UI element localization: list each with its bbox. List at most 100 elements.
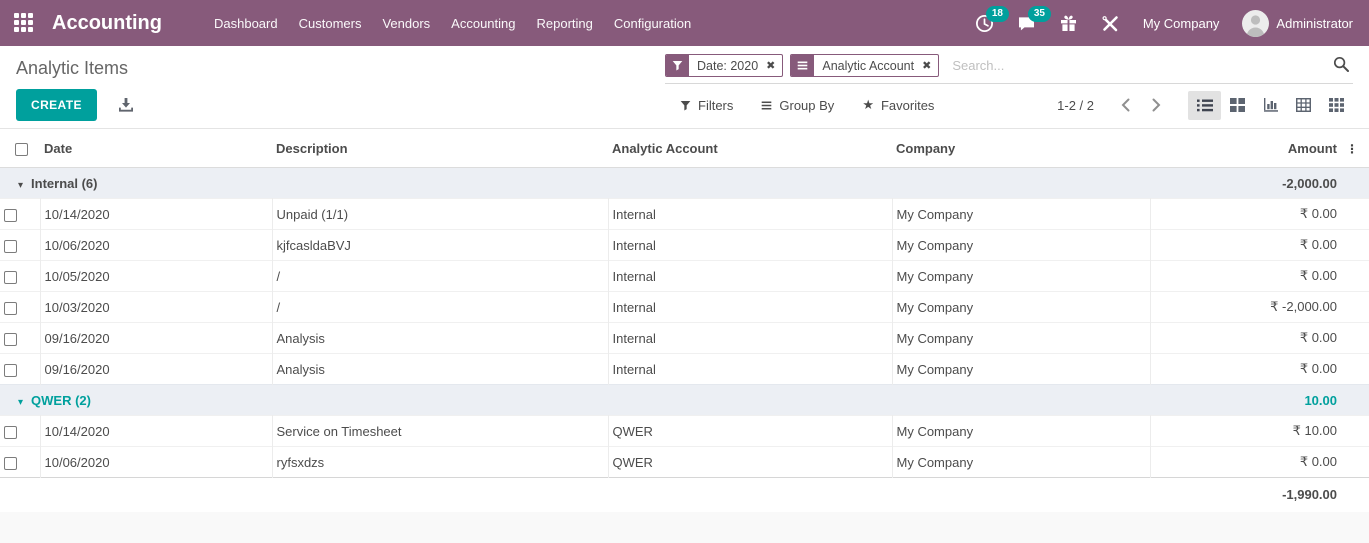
star-icon: ★: [862, 97, 874, 113]
cell-analytic-account: Internal: [608, 230, 892, 261]
column-header-amount[interactable]: Amount: [1150, 129, 1341, 168]
row-checkbox[interactable]: [4, 457, 17, 470]
activities-clock-icon[interactable]: 18: [975, 14, 994, 33]
table-row[interactable]: 09/16/2020AnalysisInternalMy Company₹ 0.…: [0, 354, 1369, 385]
apps-menu-icon[interactable]: [14, 13, 34, 33]
nav-item-reporting[interactable]: Reporting: [537, 16, 593, 31]
cell-analytic-account: Internal: [608, 261, 892, 292]
filters-button[interactable]: Filters: [680, 97, 733, 113]
table-row[interactable]: 10/05/2020/InternalMy Company₹ 0.00: [0, 261, 1369, 292]
search-view: Date: 2020 ✖ Analytic Account ✖: [665, 52, 1353, 84]
pager-previous-icon[interactable]: [1110, 96, 1141, 114]
cell-company: My Company: [892, 230, 1150, 261]
page-title: Analytic Items: [16, 58, 128, 79]
user-menu[interactable]: Administrator: [1242, 10, 1353, 37]
user-avatar: [1242, 10, 1269, 37]
cell-spacer: [1341, 323, 1369, 354]
cell-description: Analysis: [272, 323, 608, 354]
remove-facet-icon[interactable]: ✖: [766, 59, 782, 72]
current-app-name[interactable]: Accounting: [52, 12, 162, 35]
favorites-button[interactable]: ★ Favorites: [862, 97, 934, 113]
cell-select: [0, 354, 40, 385]
favorites-label: Favorites: [881, 98, 934, 113]
cell-date: 10/14/2020: [40, 416, 272, 447]
cell-amount: ₹ 0.00: [1150, 230, 1341, 261]
cell-analytic-account: QWER: [608, 447, 892, 478]
cell-amount: ₹ 0.00: [1150, 354, 1341, 385]
column-header-date[interactable]: Date: [40, 129, 272, 168]
row-checkbox[interactable]: [4, 271, 17, 284]
nav-item-dashboard[interactable]: Dashboard: [214, 16, 278, 31]
search-icon[interactable]: [1331, 56, 1351, 75]
analytic-items-list: Date Description Analytic Account Compan…: [0, 129, 1369, 512]
column-header-description[interactable]: Description: [272, 129, 608, 168]
cell-spacer: [1341, 416, 1369, 447]
row-checkbox[interactable]: [4, 426, 17, 439]
nav-item-configuration[interactable]: Configuration: [614, 16, 691, 31]
nav-item-accounting[interactable]: Accounting: [451, 16, 515, 31]
systray: 18 35 My Company Administrator: [975, 10, 1353, 37]
caret-down-icon[interactable]: ▾: [18, 397, 23, 408]
search-input[interactable]: [946, 58, 1331, 73]
cell-date: 10/14/2020: [40, 199, 272, 230]
remove-facet-icon[interactable]: ✖: [922, 59, 938, 72]
cell-amount: ₹ 0.00: [1150, 323, 1341, 354]
nav-item-vendors[interactable]: Vendors: [382, 16, 430, 31]
cell-amount: ₹ 0.00: [1150, 261, 1341, 292]
pivot-view-icon[interactable]: [1287, 91, 1320, 120]
filters-label: Filters: [698, 98, 733, 113]
table-row[interactable]: 09/16/2020AnalysisInternalMy Company₹ 0.…: [0, 323, 1369, 354]
row-checkbox[interactable]: [4, 302, 17, 315]
messages-icon[interactable]: 35: [1017, 14, 1036, 33]
cell-select: [0, 292, 40, 323]
table-row[interactable]: 10/14/2020Service on TimesheetQWERMy Com…: [0, 416, 1369, 447]
cell-analytic-account: Internal: [608, 354, 892, 385]
gift-icon[interactable]: [1059, 14, 1078, 33]
tools-icon[interactable]: [1101, 14, 1120, 33]
create-button[interactable]: CREATE: [16, 89, 97, 121]
activity-view-icon[interactable]: [1320, 91, 1353, 120]
row-checkbox[interactable]: [4, 364, 17, 377]
table-footer-row: -1,990.00: [0, 478, 1369, 512]
select-all-checkbox[interactable]: [15, 143, 28, 156]
cell-amount: ₹ 0.00: [1150, 199, 1341, 230]
cell-amount: ₹ 0.00: [1150, 447, 1341, 478]
table-row[interactable]: 10/06/2020kjfcasldaBVJInternalMy Company…: [0, 230, 1369, 261]
nav-item-customers[interactable]: Customers: [299, 16, 362, 31]
group-header-row[interactable]: ▾Internal (6)-2,000.00: [0, 168, 1369, 199]
optional-columns-icon[interactable]: ⋮: [1346, 142, 1358, 156]
cell-description: Service on Timesheet: [272, 416, 608, 447]
cell-company: My Company: [892, 199, 1150, 230]
column-header-analytic-account[interactable]: Analytic Account: [608, 129, 892, 168]
group-by-label: Group By: [779, 98, 834, 113]
pager-next-icon[interactable]: [1141, 96, 1172, 114]
group-header-row[interactable]: ▾QWER (2)10.00: [0, 385, 1369, 416]
cell-spacer: [1341, 199, 1369, 230]
caret-down-icon[interactable]: ▾: [18, 180, 23, 191]
company-switcher[interactable]: My Company: [1143, 16, 1220, 31]
graph-view-icon[interactable]: [1254, 91, 1287, 120]
row-checkbox[interactable]: [4, 333, 17, 346]
table-row[interactable]: 10/03/2020/InternalMy Company₹ -2,000.00: [0, 292, 1369, 323]
cell-select: [0, 261, 40, 292]
table-row[interactable]: 10/06/2020ryfsxdzsQWERMy Company₹ 0.00: [0, 447, 1369, 478]
kanban-view-icon[interactable]: [1221, 91, 1254, 120]
table-row[interactable]: 10/14/2020Unpaid (1/1)InternalMy Company…: [0, 199, 1369, 230]
cell-date: 10/03/2020: [40, 292, 272, 323]
cell-analytic-account: Internal: [608, 292, 892, 323]
cell-analytic-account: Internal: [608, 323, 892, 354]
cell-description: Analysis: [272, 354, 608, 385]
group-by-button[interactable]: Group By: [761, 97, 834, 113]
search-options: Filters Group By ★ Favorites: [680, 97, 934, 113]
row-checkbox[interactable]: [4, 209, 17, 222]
footer-spacer: [0, 478, 1150, 512]
column-header-company[interactable]: Company: [892, 129, 1150, 168]
export-icon[interactable]: [118, 98, 134, 113]
cell-company: My Company: [892, 261, 1150, 292]
cell-spacer: [1341, 447, 1369, 478]
group-spacer: [1341, 168, 1369, 199]
cell-select: [0, 447, 40, 478]
list-view-icon[interactable]: [1188, 91, 1221, 120]
cell-spacer: [1341, 261, 1369, 292]
row-checkbox[interactable]: [4, 240, 17, 253]
